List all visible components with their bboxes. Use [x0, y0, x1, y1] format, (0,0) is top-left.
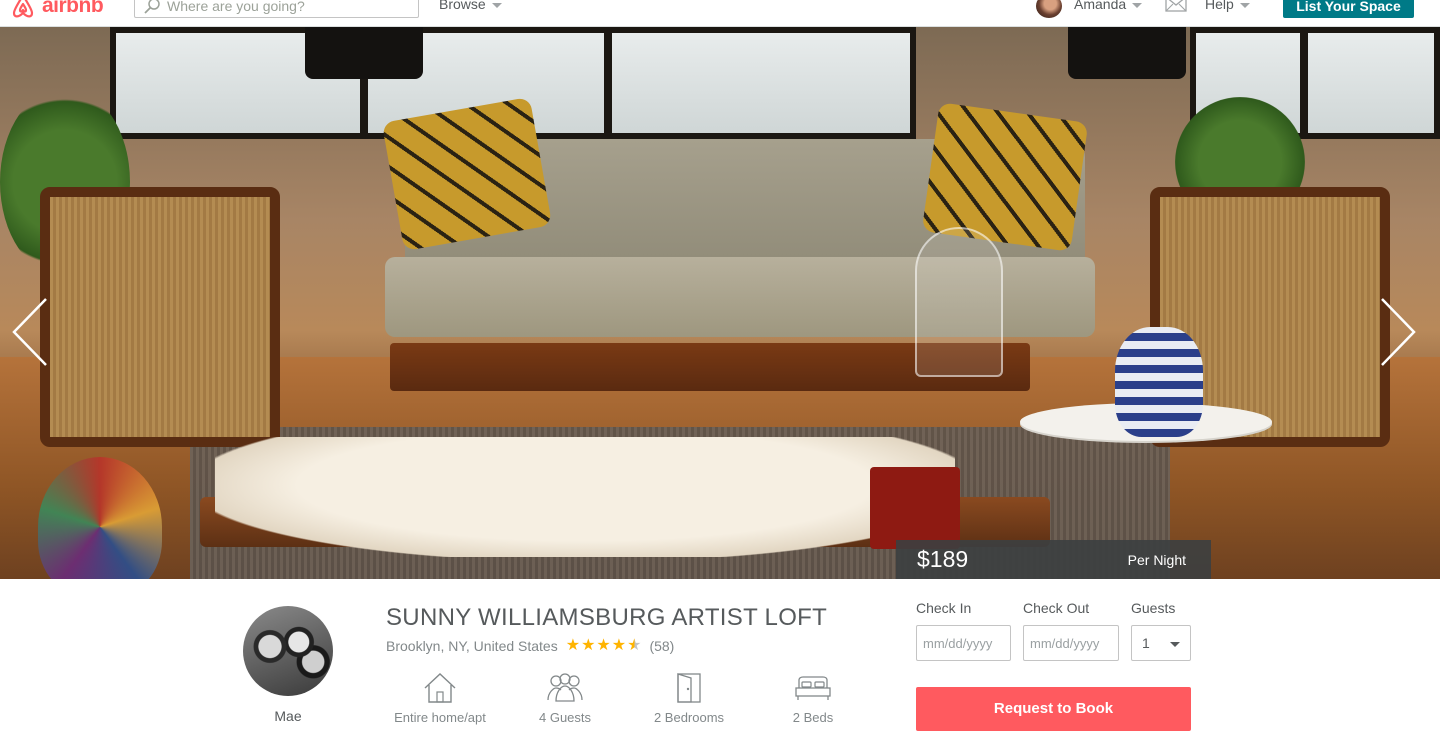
- photo-lamp: [1068, 27, 1186, 79]
- envelope-icon: [1165, 0, 1187, 12]
- chevron-left-icon: [12, 298, 47, 366]
- next-photo-button[interactable]: [1378, 297, 1418, 367]
- amenity-bedrooms: 2 Bedrooms: [634, 672, 744, 725]
- amenity-guests: 4 Guests: [510, 672, 620, 725]
- belo-icon: [12, 0, 34, 18]
- star-icon: ★: [581, 637, 596, 654]
- nightly-price: $189: [917, 546, 969, 572]
- listing-location-row: Brooklyn, NY, United States ★ ★ ★ ★ ★ (5…: [386, 638, 674, 655]
- guests-select[interactable]: 1: [1131, 625, 1191, 661]
- list-your-space-button[interactable]: List Your Space: [1283, 0, 1414, 18]
- help-menu[interactable]: Help: [1205, 0, 1250, 12]
- browse-label: Browse: [439, 0, 486, 12]
- host-name[interactable]: Mae: [243, 708, 333, 724]
- per-night-label: Per Night: [1127, 551, 1186, 568]
- check-in-label: Check In: [916, 600, 972, 616]
- help-label: Help: [1205, 0, 1234, 12]
- host-avatar[interactable]: [243, 606, 333, 696]
- photo-glass-dome: [915, 227, 1003, 377]
- star-icon: ★: [565, 637, 581, 654]
- previous-photo-button[interactable]: [10, 297, 50, 367]
- user-name: Amanda: [1074, 0, 1127, 12]
- chevron-down-icon: [1170, 641, 1180, 647]
- door-icon: [677, 673, 701, 703]
- check-in-field[interactable]: [916, 625, 1011, 661]
- house-icon: [424, 673, 456, 703]
- listing-location[interactable]: Brooklyn, NY, United States: [386, 638, 558, 654]
- logo-wordmark: airbnb: [42, 0, 104, 17]
- chevron-down-icon: [1132, 2, 1143, 8]
- search-icon: [144, 0, 160, 14]
- photo-lamp: [305, 27, 423, 79]
- photo-sheepskin: [215, 437, 955, 557]
- star-icon: ★: [611, 637, 627, 654]
- photo-vase: [1115, 327, 1203, 437]
- amenity-beds: 2 Beds: [758, 672, 868, 725]
- photo-window: [606, 27, 916, 139]
- user-avatar[interactable]: [1036, 0, 1062, 18]
- bed-icon: [795, 676, 831, 700]
- chevron-down-icon: [491, 2, 502, 8]
- search-input[interactable]: [167, 0, 417, 14]
- chevron-down-icon: [1239, 2, 1250, 8]
- listing-title: SUNNY WILLIAMSBURG ARTIST LOFT: [386, 604, 828, 631]
- photo-mullion: [1300, 27, 1308, 139]
- top-nav-bar: airbnb Browse Amanda Help List Your Spac…: [0, 0, 1440, 27]
- photo-chair: [40, 187, 280, 447]
- guests-icon: [547, 673, 583, 702]
- price-banner: $189 Per Night: [896, 540, 1211, 579]
- request-to-book-button[interactable]: Request to Book: [916, 687, 1191, 731]
- listing-photo[interactable]: [0, 27, 1440, 579]
- chevron-right-icon: [1381, 298, 1416, 366]
- half-star-icon: ★: [627, 637, 642, 654]
- browse-menu[interactable]: Browse: [439, 0, 502, 12]
- guests-label: Guests: [1131, 600, 1176, 616]
- check-out-label: Check Out: [1023, 600, 1090, 616]
- photo-pillow: [381, 96, 553, 252]
- star-icon: ★: [596, 637, 611, 654]
- star-rating: ★ ★ ★ ★ ★: [566, 638, 642, 654]
- inbox-button[interactable]: [1165, 0, 1187, 17]
- user-menu[interactable]: Amanda: [1074, 0, 1143, 12]
- amenity-room-type: Entire home/apt: [385, 672, 495, 725]
- review-count[interactable]: (58): [649, 638, 674, 654]
- check-out-field[interactable]: [1023, 625, 1119, 661]
- search-box[interactable]: [134, 0, 419, 18]
- photo-red-box: [870, 467, 960, 549]
- guests-value: 1: [1142, 635, 1150, 651]
- airbnb-logo[interactable]: airbnb: [8, 0, 104, 21]
